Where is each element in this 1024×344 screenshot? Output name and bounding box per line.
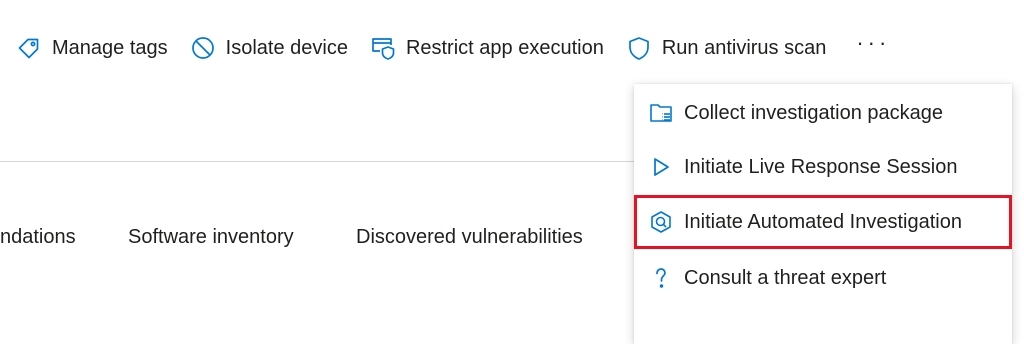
tab-recommendations[interactable]: ndations [0,226,76,249]
menu-item-label: Consult a threat expert [684,266,887,289]
folder-list-icon [648,100,674,126]
menu-item-label: Collect investigation package [684,101,944,124]
device-action-toolbar: Manage tags Isolate device Restrict app … [16,30,890,66]
menu-item-label: Initiate Automated Investigation [684,210,962,233]
menu-item-label: Initiate Live Response Session [684,155,958,178]
more-icon: ··· [856,30,891,55]
shield-icon [626,35,652,61]
header-divider [0,161,640,162]
block-icon [190,35,216,61]
more-actions-button[interactable]: ··· [856,32,890,64]
menu-item-automated-investigation[interactable]: Initiate Automated Investigation [634,195,1012,249]
menu-item-consult-threat-expert[interactable]: Consult a threat expert [634,251,1012,305]
restrict-app-label: Restrict app execution [405,36,604,59]
menu-item-collect-investigation-package[interactable]: Collect investigation package [634,86,1012,140]
isolate-device-button[interactable]: Isolate device [190,35,348,61]
restrict-app-execution-button[interactable]: Restrict app execution [370,35,604,61]
antivirus-label: Run antivirus scan [661,36,827,59]
tab-discovered-vulnerabilities[interactable]: Discovered vulnerabilities [356,226,583,249]
manage-tags-button[interactable]: Manage tags [16,35,168,61]
manage-tags-label: Manage tags [52,36,168,59]
run-antivirus-scan-button[interactable]: Run antivirus scan [626,35,827,61]
tab-software-inventory[interactable]: Software inventory [128,226,294,249]
restrict-app-icon [370,35,396,61]
investigation-icon [648,209,674,235]
play-icon [648,154,674,180]
menu-item-live-response-session[interactable]: Initiate Live Response Session [634,140,1012,194]
question-icon [648,265,674,291]
isolate-device-label: Isolate device [225,36,348,59]
tag-icon [16,35,42,61]
more-actions-menu: Collect investigation package Initiate L… [634,84,1012,344]
